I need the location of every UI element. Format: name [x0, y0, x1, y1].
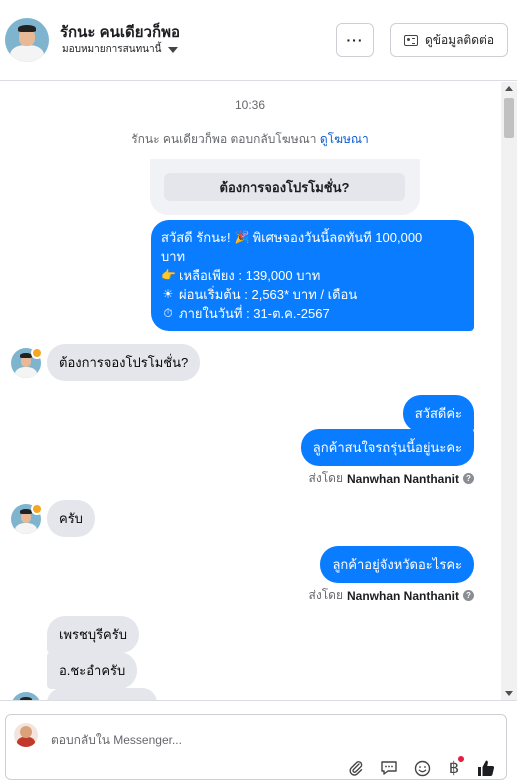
message-timestamp: 10:36 [234, 98, 266, 112]
view-ad-link[interactable]: ดูโฆษณา [320, 132, 369, 146]
more-icon: ··· [346, 32, 364, 48]
clock-icon: ⏱ [163, 306, 173, 320]
outgoing-message: สวัสดีค่ะ [402, 395, 474, 432]
sender-name: Nanwhan Nanthanit [346, 471, 459, 486]
sun-icon: ☀ [162, 287, 174, 301]
thread-scrollbar[interactable] [501, 82, 517, 700]
promo-line2: บาท [161, 249, 186, 264]
pointing-hand-icon: 👉 [161, 268, 176, 282]
reply-input[interactable]: ตอบกลับใน Messenger... [51, 731, 182, 750]
notification-dot [458, 756, 464, 762]
message-thread[interactable]: 10:36 รักนะ คนเดียวก็พอ ตอบกลับโฆษณา ดูโ… [0, 82, 500, 700]
incoming-message: ต้องการจองโปรโมชั่น? [47, 344, 201, 381]
chat-icon[interactable] [378, 757, 400, 779]
promo-line1a: สวัสดี รักนะ! [161, 230, 231, 245]
scrollbar-thumb[interactable] [504, 98, 514, 138]
ad-reply-notice: รักนะ คนเดียวก็พอ ตอบกลับโฆษณา ดูโฆษณา [0, 130, 500, 149]
help-icon[interactable]: ? [463, 590, 474, 601]
scroll-down-arrow[interactable] [505, 691, 513, 696]
scroll-up-arrow[interactable] [505, 86, 513, 91]
ad-card: ต้องการจองโปรโมชั่น? [150, 159, 420, 215]
ad-reply-text: รักนะ คนเดียวก็พอ ตอบกลับโฆษณา [131, 132, 317, 146]
sender-avatar [11, 347, 43, 378]
contact-card-icon [403, 34, 418, 46]
sender-avatar [11, 503, 43, 534]
view-contact-label: ดูข้อมูลติดต่อ [424, 32, 495, 47]
sender-name: Nanwhan Nanthanit [346, 588, 459, 603]
promo-line1b: พิเศษจองวันนี้ลดทันที 100,000 [252, 230, 423, 245]
assign-label: มอบหมายการสนทนานี้ [62, 44, 162, 55]
incoming-message: เพรชบุรีครับ [47, 616, 139, 653]
incoming-message-partial [47, 688, 157, 700]
view-contact-button[interactable]: ดูข้อมูลติดต่อ [390, 23, 508, 57]
attach-icon[interactable] [345, 757, 367, 779]
more-button[interactable]: ··· [336, 23, 374, 57]
sent-by-prefix: ส่งโดย [308, 588, 343, 602]
sender-avatar [11, 692, 41, 700]
promo-message-bubble: สวัสดี รักนะ! 🎉 พิเศษจองวันนี้ลดทันที 100,… [151, 220, 474, 331]
page-avatar [14, 723, 38, 747]
sent-by-prefix: ส่งโดย [308, 471, 343, 485]
incoming-message: อ.ชะอำครับ [47, 652, 138, 689]
help-icon[interactable]: ? [463, 473, 474, 484]
sent-by-label: ส่งโดย Nanwhan Nanthanit ? [309, 586, 474, 605]
promo-line5: ภายในวันที่ : 31-ต.ค.-2567 [179, 306, 330, 321]
composer-area: ตอบกลับใน Messenger... ฿ [0, 700, 517, 781]
thumbs-up-icon[interactable] [475, 757, 497, 779]
contact-avatar[interactable] [5, 18, 49, 62]
conversation-header: รักนะ คนเดียวก็พอ มอบหมายการสนทนานี้ ···… [0, 0, 517, 81]
caret-down-icon [168, 46, 179, 53]
ad-cta-button[interactable]: ต้องการจองโปรโมชั่น? [164, 173, 405, 201]
incoming-message: ครับ [47, 500, 95, 537]
outgoing-message: ลูกค้าสนใจรถรุ่นนี้อยู่นะคะ [300, 429, 474, 466]
promo-line3: เหลือเพียง : 139,000 บาท [179, 268, 321, 283]
emoji-icon[interactable] [411, 757, 433, 779]
outgoing-message: ลูกค้าอยู่จังหวัดอะไรคะ [320, 546, 474, 583]
reply-composer[interactable]: ตอบกลับใน Messenger... ฿ [5, 714, 507, 780]
baht-icon[interactable]: ฿ [443, 756, 465, 779]
party-icon: 🎉 [234, 230, 250, 244]
contact-name[interactable]: รักนะ คนเดียวก็พอ [60, 20, 180, 44]
promo-line4: ผ่อนเริ่มต้น : 2,563* บาท / เดือน [179, 287, 358, 302]
sent-by-label: ส่งโดย Nanwhan Nanthanit ? [309, 469, 474, 488]
assign-conversation-dropdown[interactable]: มอบหมายการสนทนานี้ [62, 42, 179, 57]
